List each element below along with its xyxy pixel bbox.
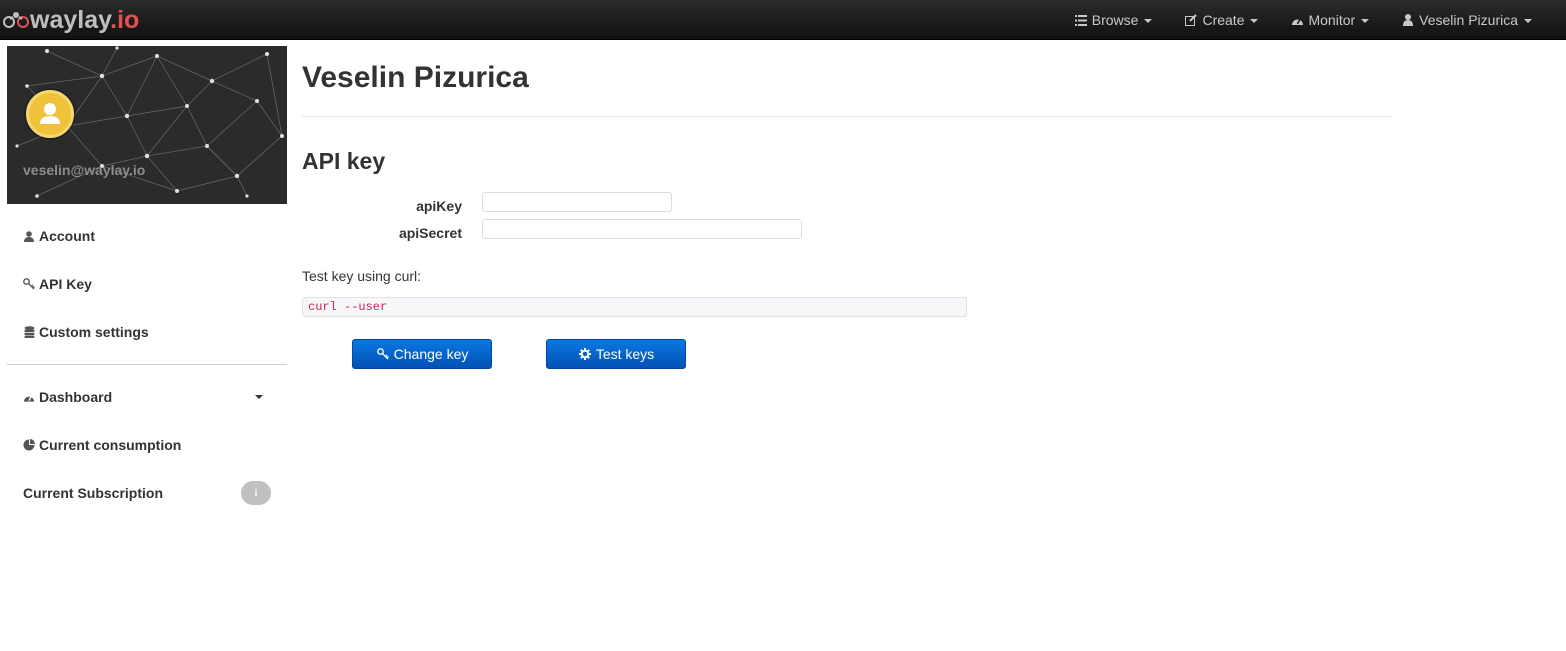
title-divider — [302, 116, 1392, 117]
sidebar-item-label: Current consumption — [39, 437, 182, 453]
user-icon — [40, 103, 60, 124]
brand-name: waylay.io — [30, 5, 140, 34]
top-navbar: waylay.io Browse Create Monitor Veselin … — [0, 0, 1566, 40]
waylay-logo-icon — [2, 10, 30, 30]
api-key-field[interactable] — [482, 192, 672, 212]
database-icon — [23, 326, 35, 338]
pie-chart-icon — [23, 439, 35, 451]
nav-browse-label: Browse — [1091, 12, 1139, 28]
nav-monitor-label: Monitor — [1308, 12, 1356, 28]
api-secret-field[interactable] — [482, 219, 802, 239]
list-icon — [1074, 13, 1088, 27]
nav-right: Browse Create Monitor Veselin Pizurica — [1058, 0, 1548, 40]
user-icon — [1401, 13, 1415, 27]
sidebar: veselin@waylay.io Account API Key Custom… — [7, 46, 287, 517]
curl-label: Test key using curl: — [302, 268, 422, 284]
sidebar-item-current-consumption[interactable]: Current consumption — [7, 421, 287, 469]
info-badge[interactable]: i — [241, 481, 271, 505]
nav-browse[interactable]: Browse — [1058, 0, 1169, 40]
chevron-down-icon[interactable] — [255, 395, 263, 399]
sidebar-item-label: Account — [39, 228, 95, 244]
profile-banner: veselin@waylay.io — [7, 46, 287, 204]
test-keys-button[interactable]: Test keys — [546, 339, 686, 369]
button-row: Change key Test keys — [302, 339, 1392, 379]
sidebar-item-custom-settings[interactable]: Custom settings — [7, 308, 287, 356]
sidebar-item-label: Custom settings — [39, 324, 149, 340]
profile-email: veselin@waylay.io — [23, 162, 146, 178]
sidebar-item-dashboard[interactable]: Dashboard — [7, 373, 287, 421]
api-secret-label: apiSecret — [398, 225, 462, 241]
nav-create[interactable]: Create — [1168, 0, 1274, 40]
key-icon — [376, 347, 390, 361]
dashboard-icon — [23, 391, 35, 403]
sidebar-item-label: API Key — [39, 276, 92, 292]
sidebar-item-current-subscription[interactable]: Current Subscription i — [7, 469, 287, 517]
curl-command: curl --user — [308, 300, 388, 314]
sidebar-item-label: Current Subscription — [23, 485, 164, 501]
sidebar-divider — [7, 364, 287, 365]
dashboard-icon — [1290, 13, 1304, 27]
chevron-down-icon — [1524, 19, 1532, 23]
nav-user[interactable]: Veselin Pizurica — [1385, 0, 1548, 40]
section-title: API key — [302, 148, 386, 174]
sidebar-item-account[interactable]: Account — [7, 212, 287, 260]
nav-monitor[interactable]: Monitor — [1274, 0, 1385, 40]
user-icon — [23, 230, 35, 242]
edit-icon — [1184, 13, 1198, 27]
api-key-row: apiKey — [302, 192, 1392, 219]
main-content: Veselin Pizurica API key apiKey apiSecre… — [302, 46, 1392, 379]
nav-create-label: Create — [1202, 12, 1245, 28]
chevron-down-icon — [1250, 19, 1259, 23]
page-title: Veselin Pizurica — [302, 61, 529, 94]
curl-command-box[interactable]: curl --user — [302, 297, 967, 317]
key-icon — [23, 278, 35, 290]
nav-user-label: Veselin Pizurica — [1419, 12, 1518, 28]
change-key-label: Change key — [393, 346, 469, 362]
chevron-down-icon — [1144, 19, 1153, 23]
sidebar-item-api-key[interactable]: API Key — [7, 260, 287, 308]
api-secret-row: apiSecret — [302, 219, 1392, 246]
chevron-down-icon — [1361, 19, 1370, 23]
brand[interactable]: waylay.io — [2, 4, 139, 36]
sidebar-item-label: Dashboard — [39, 389, 113, 405]
change-key-button[interactable]: Change key — [352, 339, 492, 369]
avatar[interactable] — [26, 90, 74, 138]
test-keys-label: Test keys — [595, 346, 655, 362]
gear-icon — [578, 347, 592, 361]
api-key-label: apiKey — [416, 198, 462, 214]
